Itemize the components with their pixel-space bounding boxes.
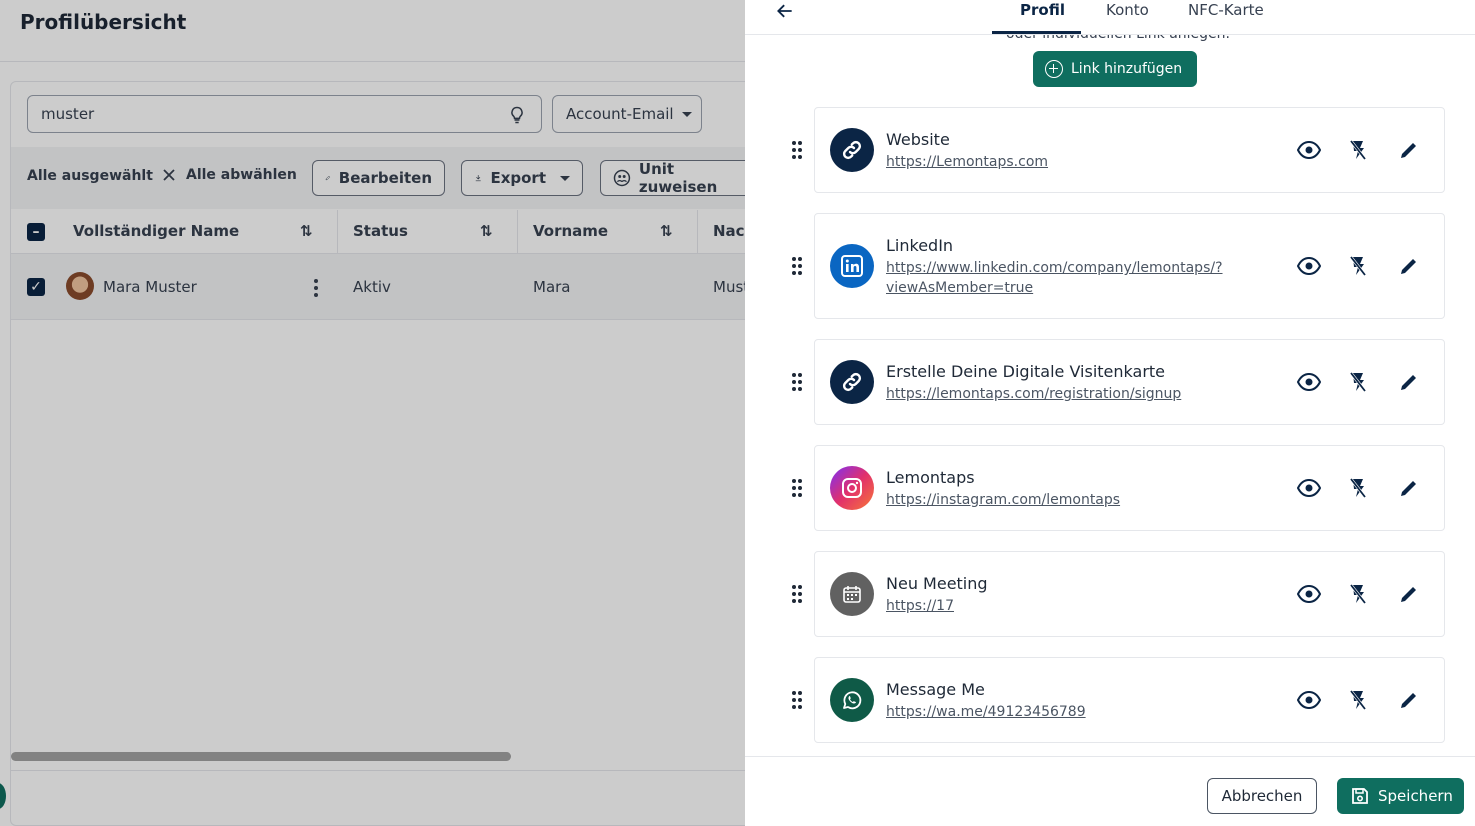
- edit-pencil-icon[interactable]: [1396, 137, 1422, 163]
- tab-profil[interactable]: Profil: [1020, 0, 1065, 35]
- edit-pencil-icon[interactable]: [1396, 475, 1422, 501]
- link-url[interactable]: https://wa.me/49123456789: [886, 702, 1266, 722]
- link-icon: [830, 128, 874, 172]
- link-card-visitenkarte[interactable]: Erstelle Deine Digitale Visitenkarte htt…: [814, 339, 1445, 425]
- linkedin-icon: [830, 244, 874, 288]
- eye-icon[interactable]: [1296, 137, 1322, 163]
- link-url-line: viewAsMember=true: [886, 280, 1034, 296]
- link-card-linkedin[interactable]: LinkedIn https://www.linkedin.com/compan…: [814, 213, 1445, 319]
- save-button[interactable]: Speichern: [1337, 778, 1464, 814]
- modal-backdrop[interactable]: [0, 0, 745, 826]
- arrow-left-icon[interactable]: [775, 1, 795, 21]
- tab-nfc-karte[interactable]: NFC-Karte: [1188, 0, 1264, 35]
- link-url[interactable]: https://17: [886, 596, 1266, 616]
- flash-off-icon[interactable]: [1345, 253, 1371, 279]
- add-link-label: Link hinzufügen: [1071, 61, 1183, 77]
- flash-off-icon[interactable]: [1345, 687, 1371, 713]
- link-card-website[interactable]: Website https://Lemontaps.com: [814, 107, 1445, 193]
- drawer-header: Profil Konto NFC-Karte: [745, 0, 1475, 35]
- plus-circle-icon: [1045, 60, 1063, 78]
- drawer-footer: Abbrechen Speichern: [745, 756, 1475, 826]
- instagram-icon: [830, 466, 874, 510]
- link-url[interactable]: https://instagram.com/lemontaps: [886, 490, 1266, 510]
- link-card-instagram[interactable]: Lemontaps https://instagram.com/lemontap…: [814, 445, 1445, 531]
- link-icon: [830, 360, 874, 404]
- eye-icon[interactable]: [1296, 475, 1322, 501]
- link-title: Neu Meeting: [886, 574, 988, 593]
- flash-off-icon[interactable]: [1345, 137, 1371, 163]
- edit-pencil-icon[interactable]: [1396, 687, 1422, 713]
- link-title: Erstelle Deine Digitale Visitenkarte: [886, 362, 1166, 381]
- link-card-meeting[interactable]: Neu Meeting https://17: [814, 551, 1445, 637]
- whatsapp-icon: [830, 678, 874, 722]
- link-url[interactable]: https://lemontaps.com/registration/signu…: [886, 384, 1266, 404]
- drag-handle-icon[interactable]: [792, 585, 802, 603]
- add-link-button[interactable]: Link hinzufügen: [1033, 51, 1197, 87]
- active-tab-indicator: [992, 31, 1081, 34]
- profile-edit-drawer: oder individuellen Link anlegen. Profil …: [745, 0, 1475, 826]
- drag-handle-icon[interactable]: [792, 257, 802, 275]
- link-card-whatsapp[interactable]: Message Me https://wa.me/49123456789: [814, 657, 1445, 743]
- edit-pencil-icon[interactable]: [1396, 369, 1422, 395]
- floppy-disk-icon: [1352, 788, 1368, 804]
- link-url[interactable]: https://www.linkedin.com/company/lemonta…: [886, 258, 1266, 298]
- drag-handle-icon[interactable]: [792, 691, 802, 709]
- eye-icon[interactable]: [1296, 581, 1322, 607]
- link-url-line: https://www.linkedin.com/company/lemonta…: [886, 260, 1223, 276]
- flash-off-icon[interactable]: [1345, 581, 1371, 607]
- edit-pencil-icon[interactable]: [1396, 253, 1422, 279]
- link-title: Lemontaps: [886, 468, 975, 487]
- link-title: Message Me: [886, 680, 985, 699]
- link-title: LinkedIn: [886, 236, 954, 255]
- flash-off-icon[interactable]: [1345, 369, 1371, 395]
- link-url[interactable]: https://Lemontaps.com: [886, 152, 1266, 172]
- drag-handle-icon[interactable]: [792, 373, 802, 391]
- drag-handle-icon[interactable]: [792, 479, 802, 497]
- link-title: Website: [886, 130, 950, 149]
- tab-konto[interactable]: Konto: [1106, 0, 1149, 35]
- cancel-button[interactable]: Abbrechen: [1207, 778, 1317, 814]
- save-button-label: Speichern: [1378, 787, 1453, 805]
- drag-handle-icon[interactable]: [792, 141, 802, 159]
- eye-icon[interactable]: [1296, 369, 1322, 395]
- eye-icon[interactable]: [1296, 687, 1322, 713]
- calendar-icon: [830, 572, 874, 616]
- flash-off-icon[interactable]: [1345, 475, 1371, 501]
- edit-pencil-icon[interactable]: [1396, 581, 1422, 607]
- eye-icon[interactable]: [1296, 253, 1322, 279]
